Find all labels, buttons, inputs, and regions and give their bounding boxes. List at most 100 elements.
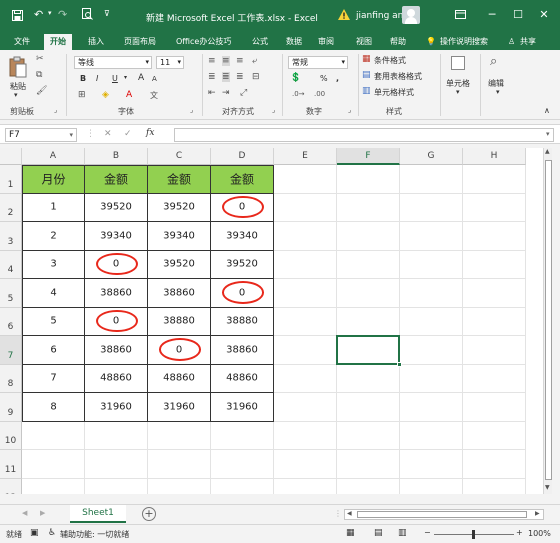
- table-cell[interactable]: 48860: [148, 364, 211, 393]
- column-header[interactable]: C: [148, 148, 211, 165]
- close-button[interactable]: ✕: [532, 6, 556, 24]
- shrink-font-button[interactable]: A: [152, 75, 157, 83]
- column-header[interactable]: F: [337, 148, 400, 165]
- grid-cell[interactable]: [463, 193, 526, 222]
- cell-styles-button[interactable]: 单元格样式: [374, 87, 414, 98]
- grid-cell[interactable]: [337, 250, 400, 279]
- format-painter-icon[interactable]: 🖌: [36, 86, 47, 96]
- table-cell[interactable]: 1: [22, 193, 85, 222]
- sheet-tab-sheet1[interactable]: Sheet1: [70, 505, 126, 523]
- macro-record-icon[interactable]: ▣: [30, 528, 39, 538]
- collapse-ribbon-icon[interactable]: ∧: [544, 106, 550, 115]
- number-launcher-icon[interactable]: ⌟: [348, 106, 351, 114]
- table-cell[interactable]: 8: [22, 393, 85, 422]
- grid-cell[interactable]: [337, 478, 400, 494]
- font-size-select[interactable]: 11 ▾: [156, 56, 184, 69]
- grid-cell[interactable]: [274, 421, 337, 450]
- tell-me-search[interactable]: 操作说明搜索: [440, 34, 488, 50]
- grid-cell[interactable]: [463, 421, 526, 450]
- grid-cell[interactable]: [274, 336, 337, 365]
- table-cell[interactable]: 39340: [148, 222, 211, 251]
- align-bottom-icon[interactable]: ≡: [236, 56, 244, 66]
- table-header-cell[interactable]: 金额: [211, 165, 274, 194]
- tab-insert[interactable]: 插入: [88, 34, 104, 50]
- tab-help[interactable]: 帮助: [390, 34, 406, 50]
- underline-dropdown-icon[interactable]: ▾: [124, 74, 127, 81]
- tab-data[interactable]: 数据: [286, 34, 302, 50]
- grid-cell[interactable]: [148, 421, 211, 450]
- tab-office-tips[interactable]: Office办公技巧: [176, 34, 231, 50]
- grid-cell[interactable]: [337, 450, 400, 479]
- tab-formulas[interactable]: 公式: [252, 34, 268, 50]
- grid-cell[interactable]: [400, 193, 463, 222]
- table-cell[interactable]: 48860: [85, 364, 148, 393]
- search-icon[interactable]: ⌕: [490, 54, 497, 69]
- table-cell[interactable]: 3: [22, 250, 85, 279]
- grid-cell[interactable]: [400, 393, 463, 422]
- name-box[interactable]: F7 ▾: [5, 128, 77, 142]
- phonetic-icon[interactable]: 文: [150, 90, 158, 101]
- scroll-down-icon[interactable]: ▼: [545, 484, 550, 491]
- table-cell[interactable]: 0: [85, 307, 148, 336]
- increase-decimal-icon[interactable]: .0→: [292, 90, 305, 98]
- minimize-button[interactable]: ─: [480, 6, 504, 24]
- align-top-icon[interactable]: ≡: [208, 56, 216, 66]
- grid-cell[interactable]: [463, 450, 526, 479]
- grid-cell[interactable]: [274, 364, 337, 393]
- font-color-icon[interactable]: A: [126, 90, 132, 100]
- currency-icon[interactable]: 💲: [290, 73, 301, 83]
- bold-button[interactable]: B: [80, 74, 86, 83]
- grid-cell[interactable]: [211, 478, 274, 494]
- grow-font-button[interactable]: A: [138, 73, 144, 83]
- table-cell[interactable]: 48860: [211, 364, 274, 393]
- decrease-indent-icon[interactable]: ⇤: [208, 88, 216, 98]
- expand-formula-icon[interactable]: ▾: [546, 130, 550, 138]
- table-header-cell[interactable]: 金额: [85, 165, 148, 194]
- tab-file[interactable]: 文件: [14, 34, 30, 50]
- save-icon[interactable]: [12, 10, 23, 24]
- grid-cell[interactable]: [337, 421, 400, 450]
- table-cell[interactable]: 7: [22, 364, 85, 393]
- fill-color-icon[interactable]: ◈: [102, 90, 109, 100]
- table-cell[interactable]: 39340: [85, 222, 148, 251]
- table-cell[interactable]: 39520: [148, 193, 211, 222]
- table-cell[interactable]: 31960: [85, 393, 148, 422]
- cells-dropdown-icon[interactable]: ▾: [456, 88, 460, 96]
- scroll-left-icon[interactable]: ◀: [347, 510, 352, 517]
- add-sheet-icon[interactable]: +: [142, 507, 156, 521]
- table-cell[interactable]: 0: [211, 279, 274, 308]
- table-header-cell[interactable]: 金额: [148, 165, 211, 194]
- conditional-format-icon[interactable]: ▦: [362, 54, 371, 64]
- grid-cell[interactable]: [400, 222, 463, 251]
- grid-cell[interactable]: [337, 307, 400, 336]
- grid-cell[interactable]: [211, 421, 274, 450]
- cell-styles-icon[interactable]: ▥: [362, 86, 371, 96]
- row-header[interactable]: 4: [0, 250, 22, 279]
- avatar[interactable]: [402, 6, 420, 24]
- table-cell[interactable]: 5: [22, 307, 85, 336]
- tab-view[interactable]: 视图: [356, 34, 372, 50]
- grid-cell[interactable]: [337, 393, 400, 422]
- decrease-decimal-icon[interactable]: .00: [314, 90, 325, 98]
- grid-cell[interactable]: [85, 478, 148, 494]
- horizontal-scrollbar[interactable]: ◀ ▶: [344, 509, 544, 520]
- zoom-in-button[interactable]: +: [516, 528, 523, 537]
- format-table-icon[interactable]: ▤: [362, 70, 371, 80]
- zoom-level[interactable]: 100%: [528, 529, 551, 538]
- grid-cell[interactable]: [85, 421, 148, 450]
- table-cell[interactable]: 38860: [85, 279, 148, 308]
- grid-cell[interactable]: [400, 307, 463, 336]
- table-cell[interactable]: 38880: [211, 307, 274, 336]
- page-break-view-icon[interactable]: ▥: [398, 528, 407, 538]
- enter-icon[interactable]: ✓: [124, 129, 132, 139]
- merge-center-icon[interactable]: ⊟: [252, 72, 260, 82]
- tab-review[interactable]: 审阅: [318, 34, 334, 50]
- number-format-select[interactable]: 常规 ▾: [288, 56, 348, 69]
- tab-page-layout[interactable]: 页面布局: [124, 34, 156, 50]
- row-header[interactable]: 1: [0, 165, 22, 194]
- table-cell[interactable]: 38860: [85, 336, 148, 365]
- grid-cell[interactable]: [148, 450, 211, 479]
- grid-cell[interactable]: [463, 307, 526, 336]
- grid-cell[interactable]: [22, 421, 85, 450]
- align-middle-icon[interactable]: ≡: [222, 56, 230, 66]
